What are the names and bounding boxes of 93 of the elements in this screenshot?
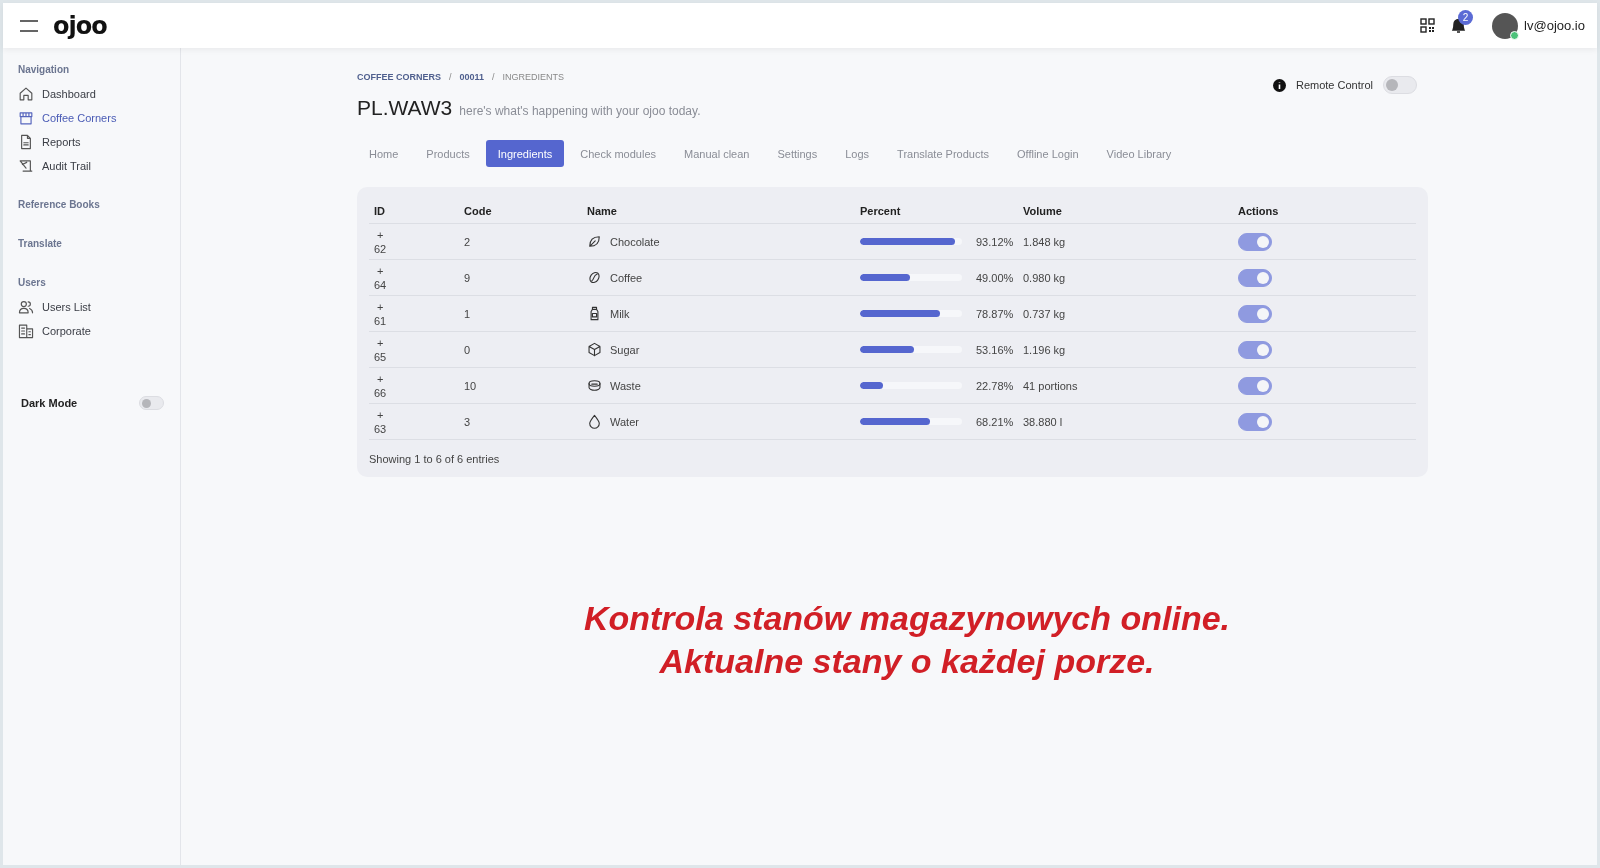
info-icon[interactable]: [1272, 78, 1286, 92]
expand-button[interactable]: +: [374, 371, 384, 386]
page-subtitle: here's what's happening with your ojoo today.: [459, 104, 701, 118]
logo[interactable]: ojoo: [53, 11, 107, 40]
users-icon: [18, 299, 34, 315]
table-cell: 1.196 kg: [1023, 343, 1066, 356]
section-heading: Navigation: [18, 64, 71, 75]
user-email[interactable]: lv@ojoo.io: [1524, 18, 1585, 33]
menu-icon[interactable]: [19, 19, 39, 32]
active-toggle[interactable]: [1238, 304, 1272, 323]
table-cell: 41 portions: [1023, 379, 1078, 392]
active-toggle[interactable]: [1238, 232, 1272, 251]
sidebar-item[interactable]: Reports: [18, 130, 81, 154]
avatar[interactable]: [1492, 12, 1519, 39]
sidebar-item[interactable]: Dashboard: [18, 82, 96, 106]
column-header: Volume: [1018, 195, 1233, 224]
breadcrumb-link[interactable]: 00011: [459, 72, 485, 82]
table-cell: 1: [464, 307, 471, 320]
percent-value: 53.16%: [976, 343, 1014, 356]
notification-badge: 2: [1458, 10, 1474, 25]
table-cell: 63: [374, 421, 387, 436]
leaf-icon: [587, 234, 602, 249]
online-status-dot: [1510, 30, 1520, 40]
ingredient-name: Sugar: [610, 343, 640, 356]
table-cell: 66: [374, 385, 387, 400]
expand-button[interactable]: +: [374, 407, 384, 422]
percent-value: 78.87%: [976, 307, 1014, 320]
breadcrumb-link[interactable]: COFFEE CORNERS: [357, 72, 441, 82]
expand-button[interactable]: +: [374, 335, 384, 350]
table-cell: 1.848 kg: [1023, 235, 1066, 248]
ingredient-name: Waste: [610, 379, 641, 392]
percent-value: 93.12%: [976, 235, 1014, 248]
bottle-icon: [587, 306, 602, 321]
building-icon: [18, 323, 34, 339]
breadcrumb-separator: /: [492, 72, 495, 82]
sidebar-item[interactable]: Coffee Corners: [18, 106, 117, 130]
table-cell: 0.737 kg: [1023, 307, 1066, 320]
breadcrumb-separator: /: [449, 72, 452, 82]
percent-value: 68.21%: [976, 415, 1014, 428]
tab[interactable]: Ingredients: [485, 140, 565, 167]
active-toggle[interactable]: [1238, 376, 1272, 395]
column-header: ID: [369, 195, 459, 224]
percent-value: 22.78%: [976, 379, 1014, 392]
store-icon: [18, 110, 34, 126]
expand-button[interactable]: +: [374, 263, 384, 278]
sidebar-item[interactable]: Audit Trail: [18, 154, 91, 178]
column-header: Code: [459, 195, 582, 224]
table-cell: 38.880 l: [1023, 415, 1063, 428]
section-heading: Users: [18, 277, 47, 288]
bean-icon: [587, 270, 602, 285]
active-toggle[interactable]: [1238, 340, 1272, 359]
sidebar-item[interactable]: Users List: [18, 295, 91, 319]
dark-mode-label: Dark Mode: [21, 397, 78, 409]
expand-button[interactable]: +: [374, 299, 384, 314]
doc-icon: [18, 134, 34, 150]
table-cell: 2: [464, 235, 471, 248]
ingredient-name: Coffee: [610, 271, 643, 284]
page-title: PL.WAW3: [357, 96, 453, 120]
table-cell: 3: [464, 415, 471, 428]
table-footer-text: Showing 1 to 6 of 6 entries: [369, 453, 501, 465]
expand-button[interactable]: +: [374, 227, 384, 242]
audit-icon: [18, 158, 34, 174]
table-cell: 9: [464, 271, 471, 284]
table-cell: 64: [374, 277, 387, 292]
active-toggle[interactable]: [1238, 268, 1272, 287]
column-header: Name: [582, 195, 855, 224]
column-header: Actions: [1233, 195, 1416, 224]
column-header: Percent: [855, 195, 1018, 224]
section-heading: Reference Books: [18, 199, 101, 210]
table-cell: 0: [464, 343, 471, 356]
drop-icon: [587, 414, 602, 429]
ingredient-name: Water: [610, 415, 639, 428]
cube-icon: [587, 342, 602, 357]
qr-code-icon[interactable]: [1420, 18, 1436, 33]
remote-control-toggle[interactable]: [1383, 76, 1417, 94]
home-icon: [18, 86, 34, 102]
table-cell: 65: [374, 349, 387, 364]
sidebar-item[interactable]: Corporate: [18, 319, 91, 343]
remote-control-label: Remote Control: [1295, 79, 1373, 91]
table-cell: 61: [374, 313, 387, 328]
table-cell: 62: [374, 241, 387, 256]
active-toggle[interactable]: [1238, 412, 1272, 431]
ingredient-name: Milk: [610, 307, 630, 320]
dark-mode-toggle[interactable]: [139, 396, 164, 410]
caption-text: Aktualne stany o każdej porze.: [659, 642, 1155, 681]
breadcrumb-current: INGREDIENTS: [502, 72, 565, 82]
caption-text: Kontrola stanów magazynowych online.: [583, 599, 1231, 638]
table-cell: 0.980 kg: [1023, 271, 1066, 284]
percent-value: 49.00%: [976, 271, 1014, 284]
bin-icon: [587, 378, 602, 393]
section-heading: Translate: [18, 238, 63, 249]
table-cell: 10: [464, 379, 477, 392]
ingredient-name: Chocolate: [610, 235, 660, 248]
